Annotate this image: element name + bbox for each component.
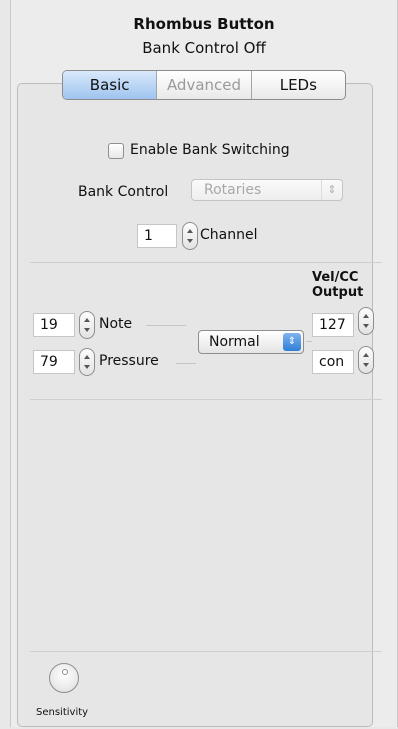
note-label: Note	[99, 316, 133, 332]
sensitivity-label: Sensitivity	[36, 707, 89, 718]
note-field[interactable]: 19	[33, 313, 75, 337]
cc-output-field[interactable]: con	[312, 350, 354, 374]
popup-arrows-icon: ⇕	[283, 333, 301, 351]
mode-value: Normal	[209, 334, 260, 350]
pressure-field[interactable]: 79	[33, 350, 75, 374]
pressure-stepper[interactable]	[79, 348, 95, 376]
enable-bank-switching-checkbox[interactable]	[108, 143, 124, 159]
panel-title: Rhombus Button	[133, 15, 275, 33]
vel-output-stepper[interactable]	[358, 307, 374, 335]
cc-output-stepper[interactable]	[358, 346, 374, 374]
enable-bank-switching-label: Enable Bank Switching	[130, 142, 290, 158]
channel-stepper[interactable]	[182, 222, 198, 250]
note-stepper[interactable]	[79, 311, 95, 339]
pressure-connector-line	[176, 363, 196, 364]
channel-label: Channel	[200, 227, 258, 243]
bank-control-select[interactable]: Rotaries ⇕	[191, 179, 343, 201]
mode-popup[interactable]: Normal ⇕	[198, 330, 304, 354]
section-divider	[30, 262, 382, 263]
note-connector-line	[146, 325, 186, 326]
tab-basic[interactable]: Basic	[63, 71, 158, 99]
tab-leds[interactable]: LEDs	[252, 71, 345, 99]
section-divider	[30, 651, 382, 652]
sensitivity-knob[interactable]	[49, 663, 79, 693]
output-header-line1: Vel/CC	[312, 270, 359, 285]
tab-bar: Basic Advanced LEDs	[62, 70, 346, 100]
bank-control-label: Bank Control	[78, 184, 169, 200]
panel-subtitle: Bank Control Off	[142, 39, 266, 57]
mode-connector-line	[306, 341, 312, 342]
section-divider	[30, 399, 382, 400]
output-header-line2: Output	[312, 285, 364, 300]
vel-output-field[interactable]: 127	[312, 313, 354, 337]
tab-advanced[interactable]: Advanced	[157, 71, 252, 99]
pressure-label: Pressure	[99, 353, 159, 369]
bank-control-value: Rotaries	[204, 182, 262, 198]
select-arrows-icon: ⇕	[321, 180, 342, 200]
channel-field[interactable]: 1	[137, 224, 177, 248]
